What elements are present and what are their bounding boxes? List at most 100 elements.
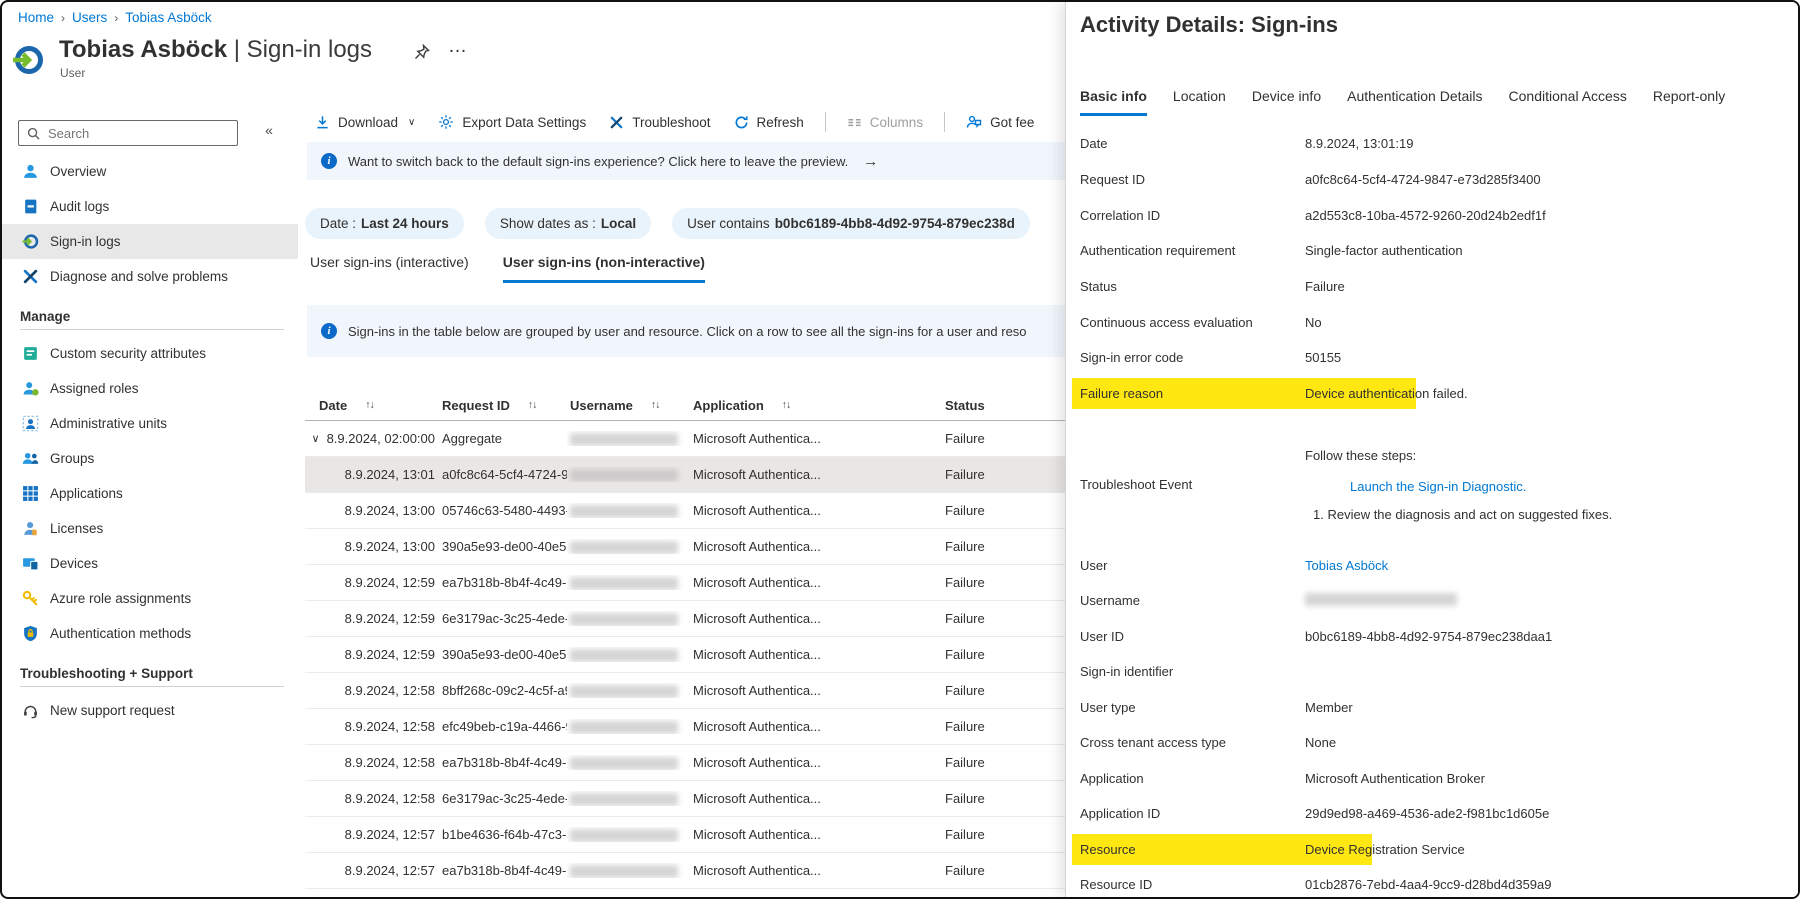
signin-logs-page-icon — [12, 44, 44, 76]
sidebar-item-label: Audit logs — [50, 199, 110, 214]
divider — [944, 112, 946, 132]
administrative-units-icon — [22, 415, 39, 432]
tab-location[interactable]: Location — [1173, 88, 1226, 116]
detail-label: Sign-in identifier — [1080, 664, 1174, 679]
sort-icon[interactable]: ↑↓ — [365, 399, 374, 411]
redacted-username — [570, 469, 678, 483]
shield-lock-icon — [22, 625, 39, 642]
sort-icon[interactable]: ↑↓ — [528, 399, 537, 411]
applications-icon — [22, 485, 39, 502]
sidebar-item-new-support-request[interactable]: New support request — [2, 693, 298, 728]
arrow-right-icon[interactable]: → — [863, 153, 878, 170]
cell-date: 8.9.2024, 12:58 — [305, 683, 439, 698]
feedback-label: Got fee — [990, 114, 1035, 130]
divider — [20, 329, 284, 330]
detail-row-application-id: Application ID 29d9ed98-a469-4536-ade2-f9… — [1080, 806, 1793, 828]
detail-row-cae: Continuous access evaluation No — [1080, 315, 1793, 337]
cell-username — [567, 719, 690, 735]
sidebar-item-diagnose[interactable]: Diagnose and solve problems — [2, 259, 298, 294]
cell-username — [567, 611, 690, 627]
chevron-down-icon[interactable]: ∨ — [312, 432, 320, 445]
sidebar-search[interactable] — [18, 120, 238, 146]
cell-date: 8.9.2024, 12:59 — [305, 647, 439, 662]
columns-label: Columns — [869, 114, 924, 130]
tab-basic-info[interactable]: Basic info — [1080, 88, 1147, 116]
filter-label: Show dates as : — [499, 216, 596, 231]
sidebar-item-applications[interactable]: Applications — [2, 476, 298, 511]
sidebar-item-custom-security-attributes[interactable]: Custom security attributes — [2, 336, 298, 371]
sidebar-item-overview[interactable]: Overview — [2, 154, 298, 189]
sidebar-item-label: Licenses — [50, 521, 104, 536]
troubleshoot-button[interactable]: Troubleshoot — [602, 115, 717, 130]
ellipsis-menu-icon[interactable]: … — [448, 36, 468, 58]
column-header-request-id[interactable]: Request ID ↑↓ — [439, 398, 567, 413]
breadcrumb-separator: › — [114, 10, 119, 25]
filter-user-contains[interactable]: User contains b0bc6189-4bb8-4d92-9754-879… — [672, 208, 1030, 239]
export-label: Export Data Settings — [462, 114, 587, 130]
tab-conditional-access[interactable]: Conditional Access — [1509, 88, 1627, 116]
sidebar-item-devices[interactable]: Devices — [2, 546, 298, 581]
tab-interactive[interactable]: User sign-ins (interactive) — [310, 254, 469, 283]
breadcrumb-home[interactable]: Home — [18, 10, 54, 25]
cell-application: Microsoft Authentica... — [693, 827, 821, 842]
column-label: Username — [570, 397, 633, 413]
tab-non-interactive[interactable]: User sign-ins (non-interactive) — [502, 254, 705, 283]
sidebar-item-label: Azure role assignments — [50, 591, 192, 606]
sidebar-item-signin-logs[interactable]: Sign-in logs — [2, 224, 298, 259]
page-title-divider: | — [227, 36, 247, 63]
column-header-status[interactable]: Status — [942, 398, 1082, 413]
sidebar-item-licenses[interactable]: Licenses — [2, 511, 298, 546]
detail-value: 29d9ed98-a469-4536-ade2-f981bc1d605e — [1305, 806, 1550, 821]
sidebar-item-azure-role-assignments[interactable]: Azure role assignments — [2, 581, 298, 616]
user-link[interactable]: Tobias Asböck — [1305, 558, 1388, 573]
sidebar-collapse-button[interactable]: « — [256, 122, 282, 144]
column-header-application[interactable]: Application ↑↓ — [690, 398, 942, 413]
feedback-button[interactable]: Got fee — [959, 114, 1041, 130]
filter-date[interactable]: Date : Last 24 hours — [305, 208, 464, 239]
breadcrumb-current-user[interactable]: Tobias Asböck — [125, 10, 211, 25]
cell-username — [567, 539, 690, 555]
column-header-username[interactable]: Username ↑↓ — [567, 398, 690, 413]
tab-report-only[interactable]: Report-only — [1653, 88, 1725, 116]
redacted-username — [1305, 593, 1457, 606]
refresh-button[interactable]: Refresh — [727, 115, 811, 130]
sidebar-item-audit-logs[interactable]: Audit logs — [2, 189, 298, 224]
sidebar-item-assigned-roles[interactable]: Assigned roles — [2, 371, 298, 406]
filter-show-dates-as[interactable]: Show dates as : Local — [484, 208, 652, 239]
download-icon — [315, 115, 330, 130]
launch-diagnostic-link[interactable]: Launch the Sign-in Diagnostic. — [1350, 479, 1526, 494]
detail-value: b0bc6189-4bb8-4d92-9754-879ec238daa1 — [1305, 629, 1553, 644]
activity-details-panel: Activity Details: Sign-ins Basic info Lo… — [1065, 2, 1798, 897]
sort-icon[interactable]: ↑↓ — [651, 399, 660, 411]
column-header-date[interactable]: Date ↑↓ — [305, 398, 439, 413]
download-button[interactable]: Download ∨ — [308, 115, 422, 130]
breadcrumb-users[interactable]: Users — [72, 10, 107, 25]
command-bar: Download ∨ Export Data Settings Troubles… — [308, 106, 1041, 138]
detail-value: Member — [1305, 700, 1353, 715]
cell-username — [567, 755, 690, 771]
sort-icon[interactable]: ↑↓ — [782, 399, 791, 411]
tab-device-info[interactable]: Device info — [1252, 88, 1321, 116]
columns-button[interactable]: Columns — [840, 115, 930, 130]
cell-application: Microsoft Authentica... — [693, 647, 821, 662]
cell-date: 8.9.2024, 12:59 — [305, 575, 439, 590]
cell-status: Failure — [945, 755, 985, 770]
cell-request-id: 390a5e93-de00-40e5-b — [442, 647, 567, 662]
date-text: 8.9.2024, 12:57 — [344, 827, 435, 842]
person-icon — [22, 163, 39, 180]
cell-request-id: 390a5e93-de00-40e5-b — [442, 539, 567, 554]
detail-label: Cross tenant access type — [1080, 735, 1226, 750]
sidebar-item-authentication-methods[interactable]: Authentication methods — [2, 616, 298, 651]
sidebar-item-groups[interactable]: Groups — [2, 441, 298, 476]
sidebar-item-administrative-units[interactable]: Administrative units — [2, 406, 298, 441]
refresh-icon — [734, 115, 749, 130]
search-input[interactable] — [46, 124, 200, 142]
column-label: Application — [693, 397, 764, 413]
export-data-settings-button[interactable]: Export Data Settings — [431, 114, 593, 130]
tab-authentication-details[interactable]: Authentication Details — [1347, 88, 1482, 116]
detail-label: Username — [1080, 593, 1140, 608]
sidebar: « Overview Audit logs Sign-in logs Diagn… — [2, 110, 298, 897]
pin-icon[interactable] — [414, 44, 430, 60]
redacted-username — [570, 649, 678, 663]
detail-value: a2d553c8-10ba-4572-9260-20d24b2edf1f — [1305, 208, 1546, 223]
